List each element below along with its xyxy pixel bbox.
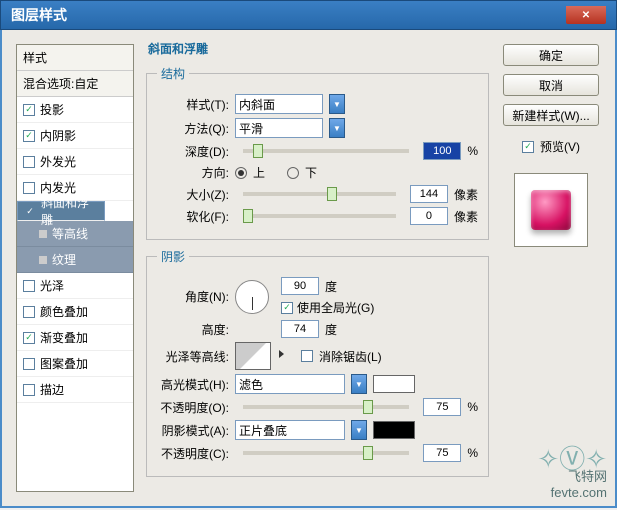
highlight-opacity-label: 不透明度(O): [157, 399, 229, 416]
checkbox-icon[interactable] [23, 156, 35, 168]
style-inner-shadow[interactable]: ✓内阴影 [17, 123, 133, 149]
antialias-checkbox[interactable] [301, 350, 313, 362]
depth-slider[interactable] [243, 149, 409, 153]
style-color-overlay[interactable]: 颜色叠加 [17, 299, 133, 325]
method-label: 方法(Q): [157, 120, 229, 137]
new-style-button[interactable]: 新建样式(W)... [503, 104, 599, 126]
preview-box [514, 173, 588, 247]
size-input[interactable] [410, 185, 448, 203]
highlight-opacity-input[interactable] [423, 398, 461, 416]
dropdown-icon[interactable]: ▼ [329, 118, 345, 138]
dir-down-radio[interactable] [287, 167, 299, 179]
checkbox-icon[interactable]: ✓ [23, 130, 35, 142]
blend-header[interactable]: 混合选项:自定 [17, 71, 133, 97]
checkbox-icon[interactable]: ✓ [23, 332, 35, 344]
altitude-label: 高度: [157, 321, 229, 338]
depth-input[interactable] [423, 142, 461, 160]
style-label: 样式(T): [157, 96, 229, 113]
style-contour[interactable]: 等高线 [17, 221, 133, 247]
shadow-color-swatch[interactable] [373, 421, 415, 439]
method-select[interactable]: 平滑 [235, 118, 323, 138]
shadow-opacity-input[interactable] [423, 444, 461, 462]
angle-dial[interactable] [235, 280, 269, 314]
shadow-opacity-slider[interactable] [243, 451, 409, 455]
soften-slider[interactable] [243, 214, 396, 218]
style-outer-glow[interactable]: 外发光 [17, 149, 133, 175]
shadow-mode-select[interactable]: 正片叠底 [235, 420, 345, 440]
close-icon: ✕ [582, 10, 590, 21]
style-satin[interactable]: 光泽 [17, 273, 133, 299]
bullet-icon [39, 256, 47, 264]
style-select[interactable]: 内斜面 [235, 94, 323, 114]
style-gradient-overlay[interactable]: ✓渐变叠加 [17, 325, 133, 351]
depth-label: 深度(D): [157, 143, 229, 160]
soften-label: 软化(F): [157, 208, 229, 225]
altitude-input[interactable] [281, 320, 319, 338]
settings-panel: 斜面和浮雕 结构 样式(T): 内斜面▼ 方法(Q): 平滑▼ 深度(D): %… [146, 40, 489, 492]
direction-label: 方向: [157, 164, 229, 181]
style-stroke[interactable]: 描边 [17, 377, 133, 403]
structure-legend: 结构 [157, 65, 189, 82]
global-light-checkbox[interactable]: ✓ [281, 302, 293, 314]
checkbox-icon[interactable]: ✓ [23, 104, 35, 116]
preview-checkbox[interactable]: ✓ [522, 141, 534, 153]
styles-list: 样式 混合选项:自定 ✓投影 ✓内阴影 外发光 内发光 ✓斜面和浮雕 等高线 纹… [16, 44, 134, 492]
right-panel: 确定 取消 新建样式(W)... ✓预览(V) [501, 44, 601, 492]
size-slider[interactable] [243, 192, 396, 196]
ok-button[interactable]: 确定 [503, 44, 599, 66]
style-pattern-overlay[interactable]: 图案叠加 [17, 351, 133, 377]
gloss-contour-label: 光泽等高线: [157, 348, 229, 365]
checkbox-icon[interactable] [23, 384, 35, 396]
style-drop-shadow[interactable]: ✓投影 [17, 97, 133, 123]
checkbox-icon[interactable] [23, 306, 35, 318]
close-button[interactable]: ✕ [566, 6, 606, 24]
preview-swatch [531, 190, 571, 230]
dropdown-icon[interactable]: ▼ [351, 420, 367, 440]
shading-legend: 阴影 [157, 248, 189, 265]
shading-group: 阴影 角度(N): 度 ✓使用全局光(G) 高度: 度 光 [146, 248, 489, 477]
size-label: 大小(Z): [157, 186, 229, 203]
checkbox-icon[interactable]: ✓ [24, 205, 36, 217]
soften-input[interactable] [410, 207, 448, 225]
style-bevel-emboss[interactable]: ✓斜面和浮雕 [17, 201, 105, 221]
highlight-opacity-slider[interactable] [243, 405, 409, 409]
window-title: 图层样式 [11, 5, 67, 25]
contour-picker[interactable] [235, 342, 271, 370]
dropdown-icon[interactable]: ▼ [329, 94, 345, 114]
highlight-color-swatch[interactable] [373, 375, 415, 393]
checkbox-icon[interactable] [23, 182, 35, 194]
structure-group: 结构 样式(T): 内斜面▼ 方法(Q): 平滑▼ 深度(D): % 方向: 上… [146, 65, 489, 240]
dialog-body: 样式 混合选项:自定 ✓投影 ✓内阴影 外发光 内发光 ✓斜面和浮雕 等高线 纹… [0, 30, 617, 508]
cancel-button[interactable]: 取消 [503, 74, 599, 96]
shadow-opacity-label: 不透明度(C): [157, 445, 229, 462]
dropdown-icon[interactable]: ▼ [351, 374, 367, 394]
panel-title: 斜面和浮雕 [148, 40, 489, 57]
dir-up-radio[interactable] [235, 167, 247, 179]
checkbox-icon[interactable] [23, 280, 35, 292]
checkbox-icon[interactable] [23, 358, 35, 370]
title-bar: 图层样式 ✕ [0, 0, 617, 30]
shadow-mode-label: 阴影模式(A): [157, 422, 229, 439]
angle-input[interactable] [281, 277, 319, 295]
highlight-mode-select[interactable]: 滤色 [235, 374, 345, 394]
bullet-icon [39, 230, 47, 238]
styles-header[interactable]: 样式 [17, 45, 133, 71]
angle-label: 角度(N): [157, 288, 229, 305]
highlight-mode-label: 高光模式(H): [157, 376, 229, 393]
style-texture[interactable]: 纹理 [17, 247, 133, 273]
